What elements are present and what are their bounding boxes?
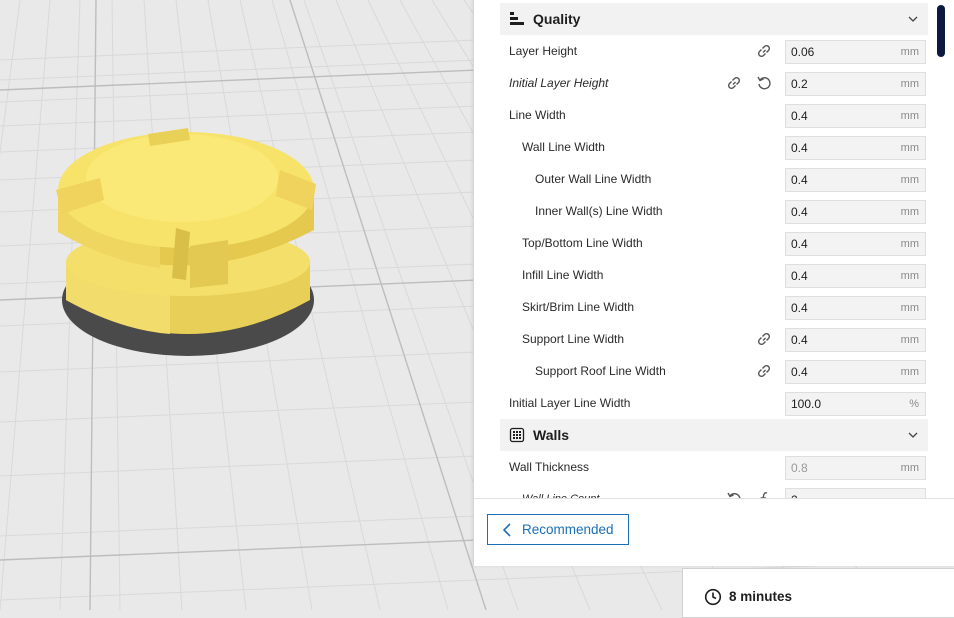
field-unit: mm [900, 174, 919, 186]
setting-row-wall-line-count: Wall Line Count 2 [500, 483, 930, 498]
setting-value-field[interactable]: 0.2 mm [785, 72, 926, 96]
link-icon[interactable] [725, 74, 743, 92]
chevron-down-icon[interactable] [906, 428, 920, 442]
field-unit: mm [900, 238, 919, 250]
quality-layers-icon [509, 11, 525, 27]
section-header-walls[interactable]: Walls [500, 419, 928, 451]
field-unit: mm [900, 78, 919, 90]
setting-label: Wall Thickness [509, 460, 590, 474]
setting-value-field[interactable]: 0.4 mm [785, 296, 926, 320]
field-value: 0.4 [791, 365, 808, 379]
field-value: 0.4 [791, 333, 808, 347]
setting-label: Line Width [509, 108, 566, 122]
setting-label: Infill Line Width [522, 268, 604, 282]
link-icon[interactable] [755, 330, 773, 348]
field-value: 2 [791, 489, 798, 498]
scrollbar-handle[interactable] [937, 5, 945, 57]
setting-row-support-roof-line-width: Support Roof Line Width 0.4 mm [500, 355, 930, 387]
section-title-quality: Quality [533, 11, 581, 27]
field-unit: mm [900, 110, 919, 122]
field-unit: mm [900, 206, 919, 218]
field-unit: mm [900, 302, 919, 314]
field-unit: mm [900, 270, 919, 282]
field-unit: % [909, 398, 919, 410]
section-header-quality[interactable]: Quality [500, 3, 928, 35]
clock-icon [704, 588, 722, 606]
setting-label: Skirt/Brim Line Width [522, 300, 635, 314]
setting-row-inner-wall-line-width: Inner Wall(s) Line Width 0.4 mm [500, 195, 930, 227]
field-value: 0.2 [791, 77, 808, 91]
setting-row-outer-wall-line-width: Outer Wall Line Width 0.4 mm [500, 163, 930, 195]
field-value: 0.4 [791, 205, 808, 219]
print-settings-panel: Quality Layer Height 0.06 mm Initial Lay… [473, 0, 954, 571]
field-value: 0.8 [791, 461, 808, 475]
setting-row-support-line-width: Support Line Width 0.4 mm [500, 323, 930, 355]
link-icon[interactable] [755, 42, 773, 60]
setting-row-initial-layer-height: Initial Layer Height 0.2 mm [500, 67, 930, 99]
setting-label: Wall Line Width [522, 140, 605, 154]
field-unit: mm [900, 334, 919, 346]
field-value: 0.4 [791, 237, 808, 251]
setting-value-field[interactable]: 0.4 mm [785, 328, 926, 352]
setting-label: Support Line Width [522, 332, 625, 346]
setting-row-wall-thickness: Wall Thickness 0.8 mm [500, 451, 930, 483]
setting-row-line-width: Line Width 0.4 mm [500, 99, 930, 131]
chevron-down-icon[interactable] [906, 12, 920, 26]
setting-value-field[interactable]: 100.0 % [785, 392, 926, 416]
field-value: 0.4 [791, 269, 808, 283]
reset-icon[interactable] [755, 74, 773, 92]
setting-row-skirt-brim-line-width: Skirt/Brim Line Width 0.4 mm [500, 291, 930, 323]
setting-value-field[interactable]: 0.06 mm [785, 40, 926, 64]
link-icon[interactable] [755, 362, 773, 380]
setting-value-field[interactable]: 0.4 mm [785, 200, 926, 224]
setting-label: Top/Bottom Line Width [522, 236, 643, 250]
setting-row-wall-line-width: Wall Line Width 0.4 mm [500, 131, 930, 163]
field-value: 0.4 [791, 173, 808, 187]
field-value: 0.4 [791, 301, 808, 315]
setting-value-field[interactable]: 0.8 mm [785, 456, 926, 480]
setting-label: Support Roof Line Width [535, 364, 666, 378]
field-value: 0.06 [791, 45, 815, 59]
field-unit: mm [900, 46, 919, 58]
setting-value-field[interactable]: 0.4 mm [785, 264, 926, 288]
setting-value-field[interactable]: 0.4 mm [785, 136, 926, 160]
field-unit: mm [900, 366, 919, 378]
print-estimate-box[interactable]: 8 minutes [682, 568, 954, 618]
field-unit: mm [900, 462, 919, 474]
section-title-walls: Walls [533, 427, 570, 443]
setting-value-field[interactable]: 2 [785, 488, 926, 498]
field-value: 100.0 [791, 397, 822, 411]
settings-scroll-area[interactable]: Quality Layer Height 0.06 mm Initial Lay… [474, 0, 954, 498]
field-value: 0.4 [791, 141, 808, 155]
recommended-button[interactable]: Recommended [487, 514, 629, 545]
panel-resize-handle[interactable] [718, 559, 734, 571]
setting-row-top-bottom-line-width: Top/Bottom Line Width 0.4 mm [500, 227, 930, 259]
chevron-left-icon [502, 522, 512, 537]
walls-grid-icon [509, 427, 525, 443]
function-icon[interactable] [755, 490, 773, 498]
field-unit: mm [900, 142, 919, 154]
recommended-label: Recommended [522, 522, 614, 537]
print-time-text: 8 minutes [729, 589, 793, 604]
setting-value-field[interactable]: 0.4 mm [785, 168, 926, 192]
setting-value-field[interactable]: 0.4 mm [785, 104, 926, 128]
field-value: 0.4 [791, 109, 808, 123]
setting-row-infill-line-width: Infill Line Width 0.4 mm [500, 259, 930, 291]
setting-row-layer-height: Layer Height 0.06 mm [500, 35, 930, 67]
setting-label: Wall Line Count [522, 483, 599, 498]
setting-label: Layer Height [509, 44, 578, 58]
reset-icon[interactable] [725, 490, 743, 498]
setting-label: Initial Layer Line Width [509, 396, 631, 410]
setting-label: Initial Layer Height [509, 76, 609, 90]
setting-row-initial-layer-line-width: Initial Layer Line Width 100.0 % [500, 387, 930, 419]
setting-label: Outer Wall Line Width [535, 172, 652, 186]
setting-label: Inner Wall(s) Line Width [535, 204, 663, 218]
setting-value-field[interactable]: 0.4 mm [785, 232, 926, 256]
setting-value-field[interactable]: 0.4 mm [785, 360, 926, 384]
footer-divider [474, 498, 954, 499]
